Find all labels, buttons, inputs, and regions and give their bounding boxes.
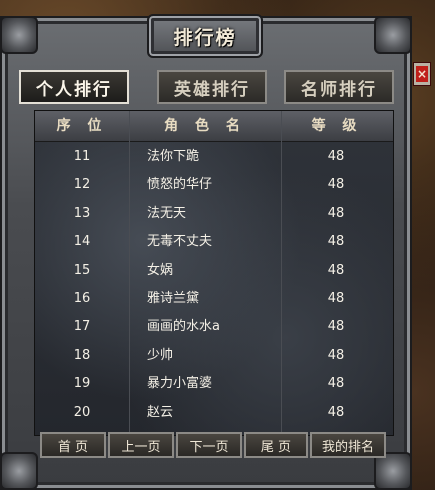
name-cell: 画画的水水a (147, 319, 220, 335)
rank-cell: 17 (73, 319, 91, 335)
table-row[interactable]: 19 暴力小富婆 48 (35, 370, 393, 398)
level-cell: 48 (327, 376, 345, 392)
ranking-tabs: 个人排行 英雄排行 名师排行 (19, 70, 394, 104)
level-cell: 48 (327, 404, 345, 420)
next-page-button[interactable]: 下一页 (176, 432, 242, 458)
name-cell: 愤怒的华仔 (147, 177, 213, 193)
level-cell: 48 (327, 319, 345, 335)
rank-cell: 15 (73, 262, 91, 278)
rank-cell: 18 (73, 347, 91, 363)
pagination-bar: 首 页 上一页 下一页 尾 页 我的排名 (34, 432, 392, 460)
table-rows: 11 法你下跪 48 12 愤怒的华仔 48 13 法无天 48 14 无毒不丈… (35, 143, 393, 427)
ranking-table: 序 位 角 色 名 等 级 11 法你下跪 48 12 愤怒的华仔 48 13 … (34, 110, 394, 436)
name-cell: 暴力小富婆 (147, 376, 213, 392)
tab-master-ranking[interactable]: 名师排行 (284, 70, 394, 104)
name-cell: 法你下跪 (147, 149, 200, 164)
close-icon: × (416, 66, 428, 82)
column-header-level: 等 级 (311, 118, 363, 134)
last-page-button[interactable]: 尾 页 (244, 432, 308, 458)
column-header-rank: 序 位 (56, 118, 108, 134)
rank-cell: 11 (73, 149, 91, 164)
tab-personal-ranking[interactable]: 个人排行 (19, 70, 129, 104)
table-row[interactable]: 16 雅诗兰黛 48 (35, 285, 393, 313)
close-button[interactable]: × (413, 62, 431, 86)
name-cell: 赵云 (147, 404, 174, 420)
window-title-plate: 排行榜 (147, 14, 263, 58)
rank-cell: 16 (73, 290, 91, 306)
rank-cell: 13 (73, 205, 91, 221)
name-cell: 女娲 (147, 262, 174, 278)
first-page-button[interactable]: 首 页 (40, 432, 106, 458)
column-header-name: 角 色 名 (164, 118, 246, 134)
table-row[interactable]: 12 愤怒的华仔 48 (35, 171, 393, 199)
table-row[interactable]: 18 少帅 48 (35, 342, 393, 370)
name-cell: 法无天 (147, 205, 187, 221)
name-cell: 无毒不丈夫 (147, 234, 213, 250)
level-cell: 48 (327, 290, 345, 306)
rank-cell: 19 (73, 376, 91, 392)
tab-hero-ranking[interactable]: 英雄排行 (157, 70, 267, 104)
rank-cell: 14 (73, 234, 91, 250)
level-cell: 48 (327, 149, 345, 164)
table-row[interactable]: 15 女娲 48 (35, 257, 393, 285)
table-row[interactable]: 13 法无天 48 (35, 200, 393, 228)
rank-cell: 20 (73, 404, 91, 420)
frame-corner-ornament (0, 452, 38, 490)
table-row[interactable]: 11 法你下跪 48 (35, 143, 393, 171)
my-rank-button[interactable]: 我的排名 (310, 432, 386, 458)
window-title: 排行榜 (173, 26, 237, 49)
table-header: 序 位 角 色 名 等 级 (35, 111, 393, 142)
table-row[interactable]: 20 赵云 48 (35, 399, 393, 427)
level-cell: 48 (327, 234, 345, 250)
frame-corner-ornament (374, 16, 412, 54)
previous-page-button[interactable]: 上一页 (108, 432, 174, 458)
level-cell: 48 (327, 205, 345, 221)
table-row[interactable]: 14 无毒不丈夫 48 (35, 228, 393, 256)
level-cell: 48 (327, 177, 345, 193)
name-cell: 少帅 (147, 347, 174, 363)
table-row[interactable]: 17 画画的水水a 48 (35, 313, 393, 341)
name-cell: 雅诗兰黛 (147, 290, 200, 306)
level-cell: 48 (327, 347, 345, 363)
level-cell: 48 (327, 262, 345, 278)
rank-cell: 12 (73, 177, 91, 193)
frame-corner-ornament (0, 16, 38, 54)
